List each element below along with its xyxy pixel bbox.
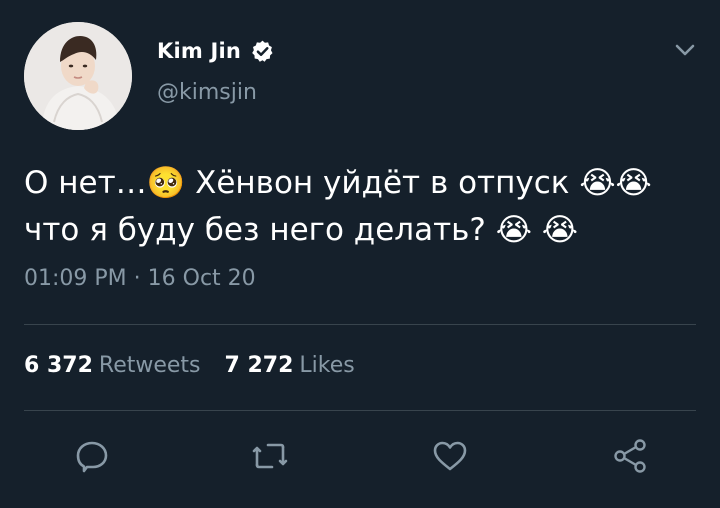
retweet-icon bbox=[250, 438, 290, 478]
avatar[interactable] bbox=[24, 22, 132, 130]
tweet-time: 01:09 PM bbox=[24, 266, 127, 291]
divider-bottom bbox=[24, 410, 696, 411]
display-name[interactable]: Kim Jin bbox=[157, 39, 241, 63]
tweet-text-line-2: что я буду без него делать? 😭 😭 bbox=[24, 212, 579, 248]
tweet-timestamp[interactable]: 01:09 PM · 16 Oct 20 bbox=[24, 266, 256, 291]
divider-top bbox=[24, 324, 696, 325]
tweet-date: 16 Oct 20 bbox=[147, 266, 256, 291]
tweet-text: О нет…🥺 Хёнвон уйдёт в отпуск 😭😭 что я бу… bbox=[24, 160, 704, 254]
likes-stat[interactable]: 7 272 Likes bbox=[225, 353, 355, 378]
tweet-card: Kim Jin @kimsjin О нет…🥺 Хёнвон уйдёт в … bbox=[0, 0, 720, 508]
retweets-stat[interactable]: 6 372 Retweets bbox=[24, 353, 201, 378]
retweet-button[interactable] bbox=[250, 438, 290, 478]
avatar-photo bbox=[24, 22, 132, 130]
chevron-down-icon[interactable] bbox=[672, 40, 698, 60]
user-handle[interactable]: @kimsjin bbox=[157, 80, 257, 105]
name-row: Kim Jin bbox=[157, 36, 275, 66]
tweet-text-line-1: О нет…🥺 Хёнвон уйдёт в отпуск 😭😭 bbox=[24, 165, 652, 201]
share-icon bbox=[611, 437, 649, 479]
like-icon bbox=[431, 438, 469, 478]
likes-count: 7 272 bbox=[224, 353, 294, 378]
reply-button[interactable] bbox=[72, 438, 112, 478]
timestamp-separator: · bbox=[133, 266, 141, 291]
retweets-label: Retweets bbox=[98, 353, 201, 378]
retweets-count: 6 372 bbox=[24, 353, 93, 378]
reply-icon bbox=[74, 438, 110, 478]
tweet-stats: 6 372 Retweets 7 272 Likes bbox=[24, 353, 355, 378]
verified-badge-icon bbox=[250, 39, 275, 64]
likes-label: Likes bbox=[299, 353, 355, 378]
share-button[interactable] bbox=[610, 438, 650, 478]
like-button[interactable] bbox=[430, 438, 470, 478]
